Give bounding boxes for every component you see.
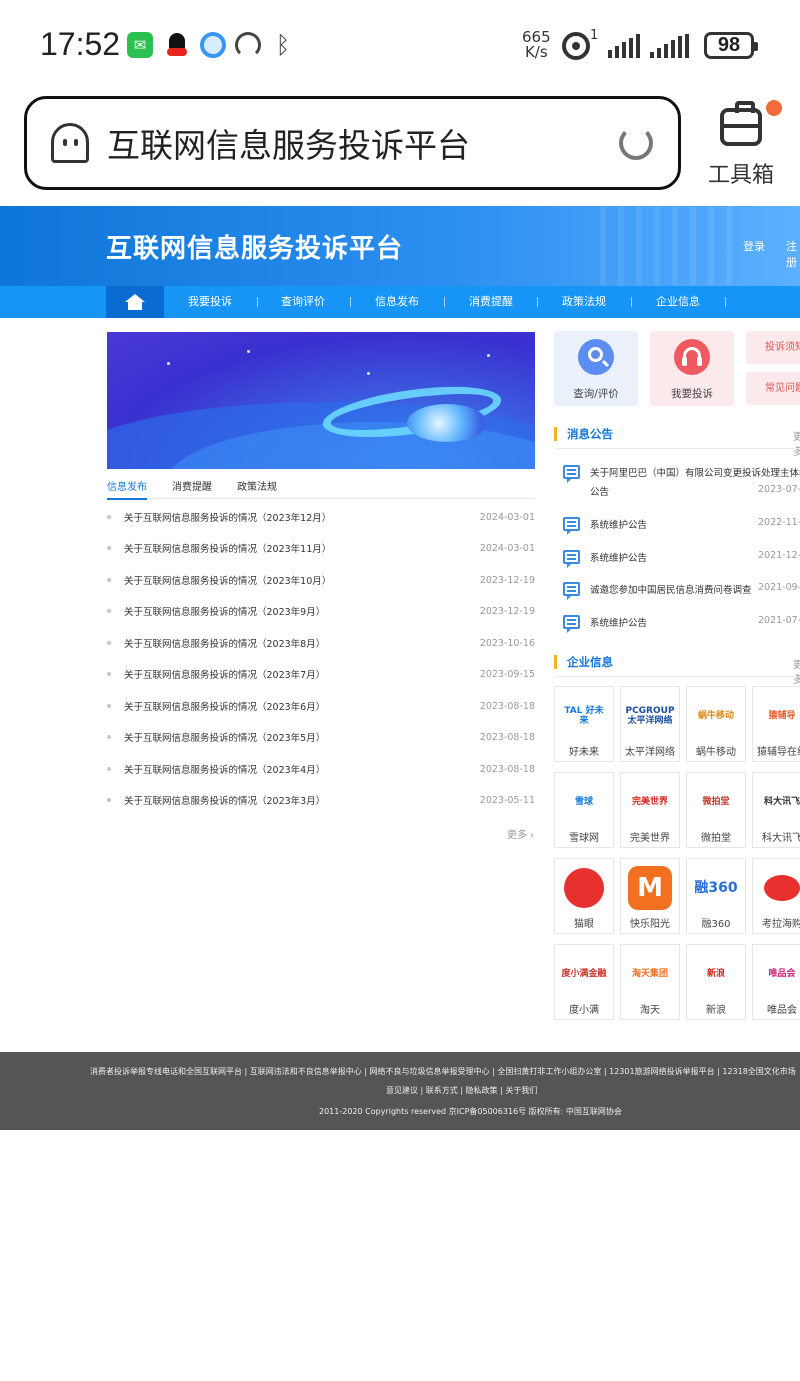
sina-logo: 新浪	[706, 969, 725, 979]
tab-policy[interactable]: 政策法规	[237, 478, 277, 500]
footer-links[interactable]: 消费者投诉举报专线电话和全国互联网平台 | 互联网违法和不良信息举报中心 | 网…	[90, 1066, 796, 1077]
news-item[interactable]: 关于互联网信息服务投诉的情况（2023年12月） 2024-03-01	[107, 506, 535, 526]
news-item[interactable]: 关于互联网信息服务投诉的情况（2023年9月） 2023-12-19	[107, 600, 535, 620]
enterprise-card[interactable]: 猿辅导猿辅导在线	[752, 686, 800, 762]
happy-sunshine-logo: M	[626, 866, 674, 910]
site-header: 互联网信息服务投诉平台	[0, 206, 800, 286]
complaint-notice-button[interactable]: 投诉须知	[746, 331, 800, 364]
news-item[interactable]: 关于互联网信息服务投诉的情况（2023年8月） 2023-10-16	[107, 632, 535, 652]
nav-consumer-tips[interactable]: 消费提醒	[469, 286, 513, 318]
vipshop-logo: 唯品会	[768, 969, 796, 979]
query-evaluate-button[interactable]: 查询/评价	[554, 331, 638, 406]
kaola-logo	[758, 867, 800, 909]
duxiaoman-logo: 度小满金融	[561, 969, 607, 979]
tal-logo: TAL 好未来	[564, 706, 604, 726]
enterprise-card[interactable]: 度小满金融 度小满	[554, 944, 614, 1020]
maoyan-logo	[560, 867, 608, 909]
nav-policy[interactable]: 政策法规	[562, 286, 606, 318]
message-icon	[563, 582, 580, 600]
headset-icon	[682, 347, 702, 366]
notices-more-link[interactable]: 更多	[793, 428, 800, 458]
nav-complain[interactable]: 我要投诉	[188, 286, 232, 318]
status-time: 17:52	[40, 26, 121, 62]
address-text[interactable]: 互联网信息服务投诉平台	[107, 119, 470, 167]
yuanfudao-logo: 猿辅导	[768, 711, 796, 721]
hotspot-icon	[562, 32, 590, 60]
iflytek-logo: 科大讯飞	[763, 797, 800, 807]
enterprise-card[interactable]: PCGROUP 太平洋网络 太平洋网络	[620, 686, 680, 762]
message-icon	[563, 550, 580, 568]
news-item[interactable]: 关于互联网信息服务投诉的情况（2023年10月） 2023-12-19	[107, 569, 535, 589]
enterprise-card[interactable]: TAL 好未来 好未来	[554, 686, 614, 762]
enterprise-more-link[interactable]: 更多	[793, 656, 800, 686]
notification-dot	[766, 100, 782, 116]
site-footer: 消费者投诉举报专线电话和全国互联网平台 | 互联网违法和不良信息举报中心 | 网…	[0, 1052, 800, 1130]
enterprise-card[interactable]: 微拍堂 微拍堂	[686, 772, 746, 848]
news-item[interactable]: 关于互联网信息服务投诉的情况（2023年11月） 2024-03-01	[107, 537, 535, 557]
wechat-icon: ✉	[127, 32, 153, 58]
footer-copyright: 2011-2020 Copyrights reserved 京ICP备05006…	[319, 1107, 622, 1116]
taotian-logo: 淘天集团	[631, 969, 668, 979]
tab-publish[interactable]: 信息发布	[107, 478, 147, 500]
hotspot-count: 1	[590, 28, 599, 43]
nav-enterprise[interactable]: 企业信息	[656, 286, 700, 318]
nav-query[interactable]: 查询评价	[281, 286, 325, 318]
message-icon	[563, 615, 580, 633]
browser-icon	[200, 32, 226, 58]
enterprise-card[interactable]: 唯品会 唯品会	[752, 944, 800, 1020]
news-tabs: 信息发布 消费提醒 政策法规	[107, 476, 535, 500]
news-item[interactable]: 关于互联网信息服务投诉的情况（2023年5月） 2023-08-18	[107, 726, 535, 746]
signal-icon	[650, 34, 689, 58]
message-icon	[563, 517, 580, 535]
ghost-icon[interactable]	[51, 123, 89, 163]
reload-icon[interactable]	[619, 126, 653, 160]
enterprise-card[interactable]: 猫眼	[554, 858, 614, 934]
bluetooth-icon: ᛒ	[275, 31, 291, 59]
enterprise-card[interactable]: 淘天集团 淘天	[620, 944, 680, 1020]
login-link[interactable]: 登录	[743, 238, 765, 254]
toolbox-icon	[720, 101, 762, 146]
site-title: 互联网信息服务投诉平台	[106, 234, 404, 264]
enterprise-card[interactable]: M 快乐阳光	[620, 858, 680, 934]
toolbox-button[interactable]: 工具箱	[706, 100, 782, 188]
weipaitang-logo: 微拍堂	[702, 797, 730, 807]
enterprise-card[interactable]: 科大讯飞 科大讯飞	[752, 772, 800, 848]
tab-consumer-tips[interactable]: 消费提醒	[172, 478, 212, 500]
speedometer-icon	[235, 32, 261, 58]
status-bar: 17:52 ✉ ᛒ 665 K/s 1 98	[0, 0, 800, 90]
hero-banner[interactable]	[107, 332, 535, 469]
xueqiu-logo: 雪球	[574, 797, 593, 807]
main-nav: 我要投诉 查询评价 信息发布 消费提醒 政策法规 企业信息	[0, 286, 800, 318]
enterprise-card[interactable]: 新浪 新浪	[686, 944, 746, 1020]
battery-icon: 98	[704, 32, 758, 59]
enterprise-card[interactable]: 蜗牛移动 蜗牛移动	[686, 686, 746, 762]
address-bar[interactable]: 互联网信息服务投诉平台	[24, 96, 681, 190]
enterprise-card[interactable]: 考拉海购	[752, 858, 800, 934]
home-icon[interactable]	[106, 286, 164, 318]
enterprise-card[interactable]: 完美世界 完美世界	[620, 772, 680, 848]
faq-button[interactable]: 常见问题	[746, 372, 800, 405]
website: 互联网信息服务投诉平台 登录 注册 我要投诉 查询评价 信息发布 消费提醒 政策…	[0, 206, 800, 1130]
news-item[interactable]: 关于互联网信息服务投诉的情况（2023年4月） 2023-08-18	[107, 758, 535, 778]
pcgroup-logo: PCGROUP 太平洋网络	[625, 706, 675, 726]
enterprise-card[interactable]: 融360 融360	[686, 858, 746, 934]
message-icon	[563, 465, 580, 483]
signal-icon	[608, 34, 640, 58]
nav-publish[interactable]: 信息发布	[375, 286, 419, 318]
snail-logo: 蜗牛移动	[697, 711, 734, 721]
rong360-logo: 融360	[694, 880, 738, 896]
network-rate: 665 K/s	[522, 28, 551, 61]
news-item[interactable]: 关于互联网信息服务投诉的情况（2023年6月） 2023-08-18	[107, 695, 535, 715]
enterprise-card[interactable]: 雪球 雪球网	[554, 772, 614, 848]
news-item[interactable]: 关于互联网信息服务投诉的情况（2023年7月） 2023-09-15	[107, 663, 535, 683]
file-complaint-button[interactable]: 我要投诉	[650, 331, 734, 406]
footer-nav[interactable]: 意见建议 | 联系方式 | 隐私政策 | 关于我们	[386, 1085, 537, 1096]
more-news-link[interactable]: 更多 ›	[507, 826, 534, 841]
perfect-world-logo: 完美世界	[631, 797, 668, 807]
qq-icon	[164, 32, 190, 58]
register-link[interactable]: 注册	[786, 238, 800, 270]
toolbox-label: 工具箱	[708, 163, 775, 188]
news-item[interactable]: 关于互联网信息服务投诉的情况（2023年3月） 2023-05-11	[107, 789, 535, 809]
search-icon	[588, 347, 603, 362]
